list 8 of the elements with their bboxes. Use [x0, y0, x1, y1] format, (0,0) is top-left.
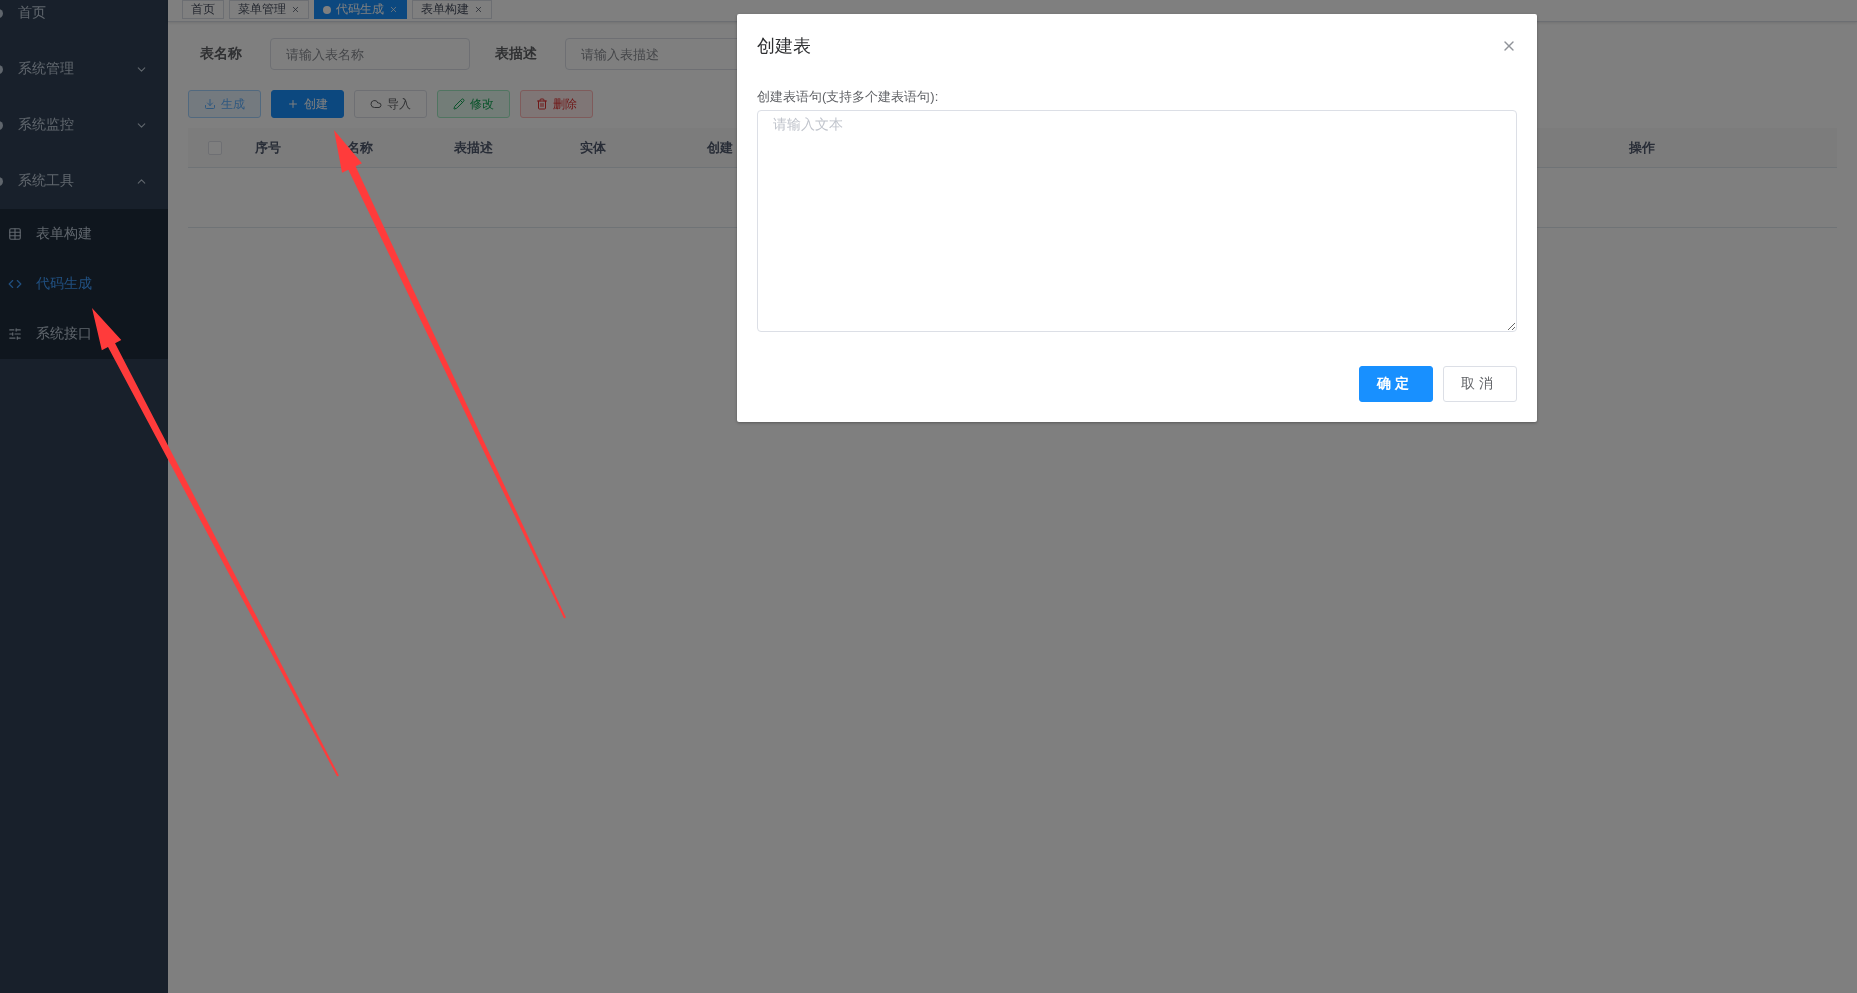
- column-header: 创建: [707, 138, 733, 157]
- field-label: 表描述: [495, 45, 538, 63]
- field-label: 表名称: [200, 45, 243, 63]
- column-header: 表描述: [454, 138, 493, 157]
- column-header: 实体: [580, 138, 606, 157]
- field-label: 创建表语句(支持多个建表语句):: [757, 88, 940, 106]
- column-header: 操作: [1629, 138, 1655, 157]
- column-header: 序号: [255, 138, 281, 157]
